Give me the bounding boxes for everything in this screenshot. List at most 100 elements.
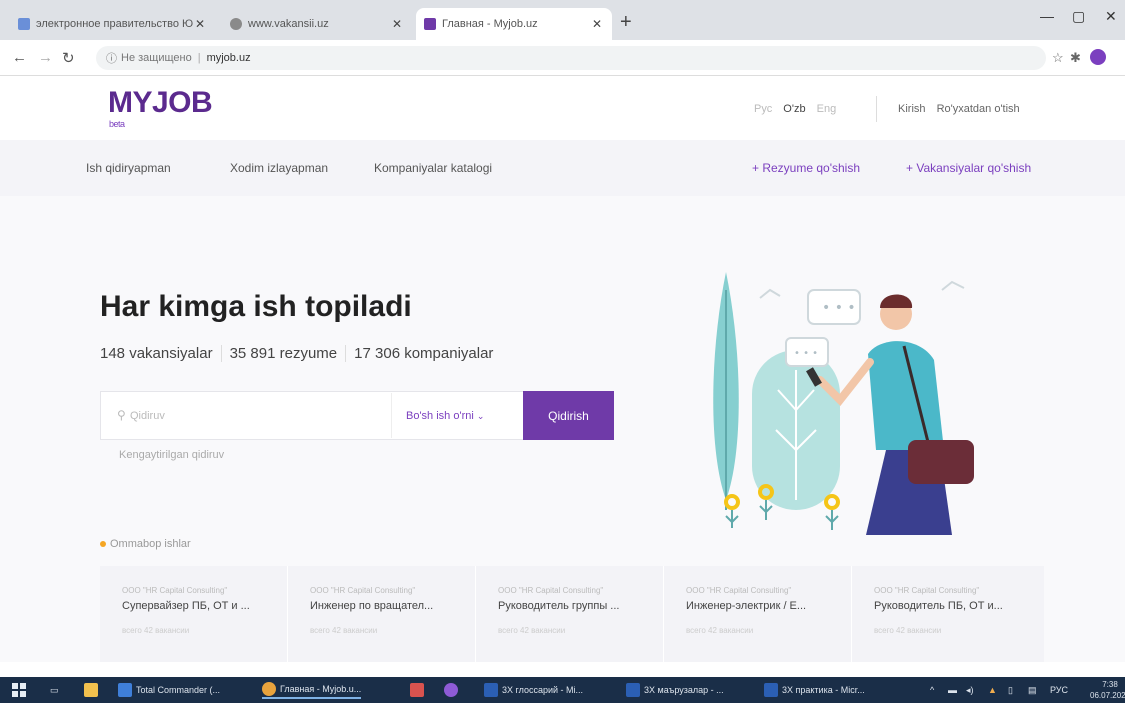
search-type-select[interactable]: Bo'sh ish o'rni ⌄ [391, 393, 523, 438]
add-vacancy-link[interactable]: + Vakansiyalar qo'shish [906, 161, 1031, 175]
app-icon[interactable] [410, 681, 428, 699]
svg-text:• • •: • • • [822, 300, 856, 316]
profile-avatar[interactable] [1090, 49, 1106, 65]
popular-jobs-list: OOO "HR Capital Consulting" Супервайзер … [100, 566, 1044, 662]
app-icon[interactable] [444, 681, 462, 699]
job-card[interactable]: OOO "HR Capital Consulting" Супервайзер … [100, 566, 288, 662]
popular-jobs-heading: Ommabop ishlar [100, 538, 191, 550]
task-view-icon[interactable]: ▭ [50, 681, 59, 699]
job-company: OOO "HR Capital Consulting" [310, 586, 416, 595]
system-clock[interactable]: 7:38 06.07.2020 [1090, 679, 1125, 701]
nav-company-catalog[interactable]: Kompaniyalar katalogi [374, 161, 492, 175]
job-company: OOO "HR Capital Consulting" [498, 586, 604, 595]
beta-badge: beta [109, 119, 125, 129]
advanced-search-link[interactable]: Kengaytirilgan qidiruv [119, 449, 224, 461]
language-switcher: Рус O'zb Eng [754, 103, 844, 115]
search-input[interactable] [102, 393, 390, 438]
taskbar-app[interactable]: Total Commander (... [118, 681, 220, 699]
tab-label: Главная - Myjob.uz [442, 18, 538, 30]
lang-en[interactable]: Eng [817, 103, 837, 115]
tray-chevron-icon[interactable]: ^ [930, 681, 934, 699]
tab-close-icon[interactable]: ✕ [195, 17, 205, 31]
tab-label: электронное правительство Ю [36, 18, 194, 30]
main-nav: Ish qidiryapman Xodim izlayapman Kompani… [0, 140, 1125, 196]
job-count: всего 42 вакансии [310, 626, 378, 635]
globe-icon [230, 18, 242, 30]
divider [876, 96, 877, 122]
word-icon [764, 683, 778, 697]
job-count: всего 42 вакансии [498, 626, 566, 635]
extensions-icon[interactable]: ✱ [1070, 50, 1081, 66]
job-title: Супервайзер ПБ, ОТ и ... [122, 600, 250, 612]
back-icon[interactable]: ← [12, 49, 27, 66]
taskbar-app-active[interactable]: Главная - Myjob.u... [262, 681, 362, 699]
close-window-icon[interactable]: ✕ [1105, 8, 1117, 25]
login-link[interactable]: Kirish [898, 103, 926, 115]
warning-icon[interactable]: ▲ [988, 681, 997, 699]
site-header: MYJOB beta Рус O'zb Eng Kirish Ro'yxatda… [0, 76, 1125, 140]
maximize-icon[interactable]: ▢ [1072, 8, 1085, 25]
bag-shape [908, 440, 974, 484]
star-icon[interactable]: ☆ [1052, 50, 1064, 66]
url-field[interactable]: ⓘ Не защищено | myjob.uz [96, 46, 1046, 70]
job-card[interactable]: OOO "HR Capital Consulting" Инженер по в… [288, 566, 476, 662]
job-card[interactable]: OOO "HR Capital Consulting" Инженер-элек… [664, 566, 852, 662]
job-count: всего 42 вакансии [122, 626, 190, 635]
register-link[interactable]: Ro'yxatdan o'tish [937, 103, 1020, 115]
browser-tab[interactable]: www.vakansii.uz ✕ [222, 8, 412, 40]
volume-icon[interactable]: ◂) [966, 681, 974, 699]
lang-uz[interactable]: O'zb [783, 103, 805, 115]
vacancy-count: 148 vakansiyalar [100, 345, 213, 362]
battery-icon[interactable]: ▯ [1008, 681, 1013, 699]
job-company: OOO "HR Capital Consulting" [686, 586, 792, 595]
windows-start-icon[interactable] [12, 683, 26, 697]
lang-ru[interactable]: Рус [754, 103, 772, 115]
browser-tab-bar: электронное правительство Ю ✕ www.vakans… [0, 0, 1125, 40]
browser-tab-active[interactable]: Главная - Myjob.uz ✕ [416, 8, 612, 40]
popular-dot-icon [100, 541, 106, 548]
info-icon: ⓘ [106, 53, 117, 65]
new-tab-icon[interactable]: + [620, 12, 632, 32]
job-title: Инженер-электрик / E... [686, 600, 807, 612]
taskbar-app[interactable]: 3X практика - Micr... [764, 681, 865, 699]
job-company: OOO "HR Capital Consulting" [874, 586, 980, 595]
nav-find-employee[interactable]: Xodim izlayapman [230, 161, 328, 175]
os-taskbar: ▭ Total Commander (... Главная - Myjob.u… [0, 677, 1125, 703]
company-count: 17 306 kompaniyalar [345, 345, 501, 362]
site-favicon-icon [424, 18, 436, 30]
hero-illustration: • • • • • • [713, 272, 974, 535]
search-bar: ⚲ Bo'sh ish o'rni ⌄ Qidirish [100, 391, 614, 440]
job-title: Инженер по вращател... [310, 600, 434, 612]
word-icon [484, 683, 498, 697]
job-title: Руководитель группы ... [498, 600, 620, 612]
nav-job-search[interactable]: Ish qidiryapman [86, 161, 171, 175]
tab-label: www.vakansii.uz [248, 18, 329, 30]
job-count: всего 42 вакансии [874, 626, 942, 635]
taskbar-app[interactable]: 3X глоссарий - Mi... [484, 681, 583, 699]
flower-icon [724, 494, 740, 528]
network-icon[interactable]: ▬ [948, 681, 957, 699]
job-card[interactable]: OOO "HR Capital Consulting" Руководитель… [476, 566, 664, 662]
file-explorer-icon[interactable] [84, 681, 102, 699]
site-favicon-icon [18, 18, 30, 30]
tab-close-icon[interactable]: ✕ [392, 17, 402, 31]
input-language[interactable]: РУС [1050, 681, 1068, 699]
hero-title: Har kimga ish topiladi [100, 290, 412, 323]
browser-tab[interactable]: электронное правительство Ю ✕ [10, 8, 215, 40]
total-commander-icon [118, 683, 132, 697]
notification-icon[interactable]: ▤ [1028, 681, 1037, 699]
add-resume-link[interactable]: + Rezyume qo'shish [752, 161, 860, 175]
forward-icon[interactable]: → [38, 49, 53, 66]
reload-icon[interactable]: ↻ [62, 49, 75, 67]
site-logo[interactable]: MYJOB beta [108, 86, 213, 129]
chevron-down-icon: ⌄ [476, 411, 485, 421]
job-company: OOO "HR Capital Consulting" [122, 586, 228, 595]
job-card[interactable]: OOO "HR Capital Consulting" Руководитель… [852, 566, 1040, 662]
taskbar-app[interactable]: 3X маърузалар - ... [626, 681, 724, 699]
minimize-icon[interactable]: — [1040, 8, 1054, 24]
search-button[interactable]: Qidirish [523, 391, 614, 440]
tab-close-icon[interactable]: ✕ [592, 17, 602, 31]
address-bar: ← → ↻ ⓘ Не защищено | myjob.uz ☆ ✱ [0, 40, 1125, 76]
chrome-icon [262, 682, 276, 696]
job-count: всего 42 вакансии [686, 626, 754, 635]
